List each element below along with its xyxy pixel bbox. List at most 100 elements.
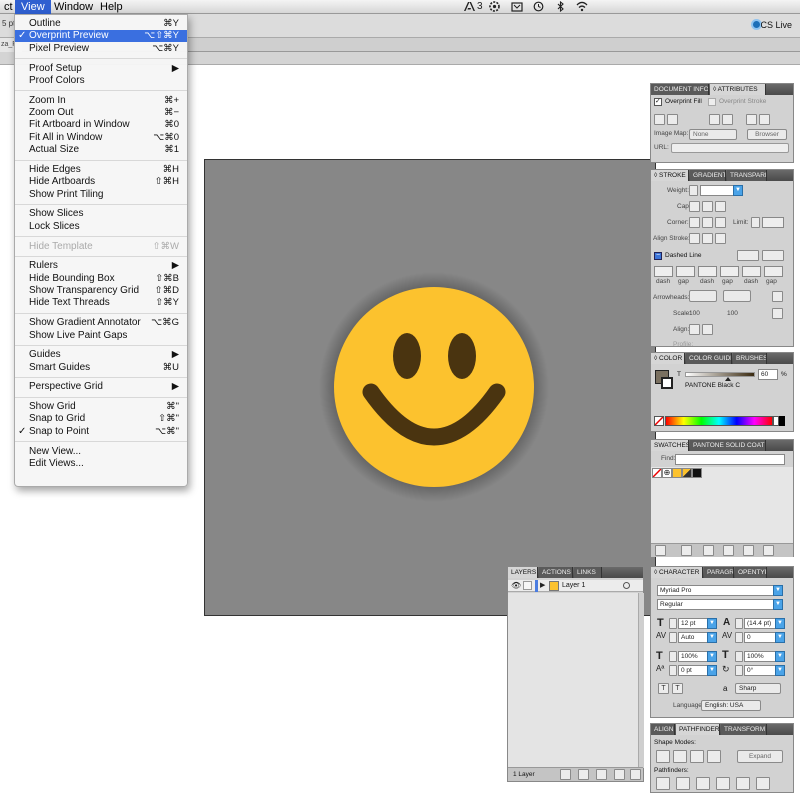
font-style-field[interactable]: Regular	[657, 599, 783, 610]
rotation-stepper[interactable]	[735, 665, 743, 676]
crop-icon[interactable]	[716, 777, 730, 790]
font-family-field[interactable]: Myriad Pro	[657, 585, 783, 596]
swatch-none[interactable]	[652, 468, 662, 478]
delete-layer-icon[interactable]	[630, 769, 641, 780]
vertical-scale-field[interactable]: 100%	[678, 651, 710, 662]
rotation-dropdown[interactable]: ▼	[775, 665, 785, 676]
merge-icon[interactable]	[696, 777, 710, 790]
right-eye[interactable]	[448, 333, 476, 379]
browser-button[interactable]: Browser	[747, 129, 787, 140]
menu-item-show-live-paint-gaps[interactable]: Show Live Paint Gaps	[15, 330, 187, 342]
menu-item-show-grid[interactable]: Show Grid ⌘"	[15, 401, 187, 413]
image-map-rect-icon[interactable]	[654, 114, 665, 125]
tab-gradient[interactable]: GRADIENT	[690, 170, 726, 181]
font-style-dropdown[interactable]: ▼	[773, 599, 783, 610]
time-machine-icon[interactable]	[533, 1, 544, 13]
limit-field[interactable]	[762, 217, 784, 228]
dashed-line-checkbox[interactable]: −	[654, 252, 662, 260]
arrow-tip-extend-icon[interactable]	[689, 324, 700, 335]
menu-item-proof-colors[interactable]: Proof Colors	[15, 75, 187, 87]
swatch-registration[interactable]: ⊕	[662, 468, 672, 478]
horizontal-scale-stepper[interactable]	[735, 651, 743, 662]
font-size-stepper[interactable]	[669, 618, 677, 629]
divide-icon[interactable]	[656, 777, 670, 790]
arrow-tip-place-icon[interactable]	[702, 324, 713, 335]
none-color-icon[interactable]	[654, 416, 664, 426]
leading-dropdown[interactable]: ▼	[775, 618, 785, 629]
dash-field-1[interactable]	[654, 266, 673, 277]
menu-item-show-gradient-annotator[interactable]: Show Gradient Annotator ⌥⌘G	[15, 317, 187, 329]
dash-align-icon[interactable]	[762, 250, 784, 261]
delete-swatch-icon[interactable]	[763, 545, 774, 556]
tab-color[interactable]: ◊ COLOR	[651, 353, 685, 364]
swatch-pantone[interactable]	[682, 468, 692, 478]
menu-item-rulers[interactable]: Rulers ▶	[15, 260, 187, 272]
show-swatch-kinds-icon[interactable]	[681, 545, 692, 556]
eye-icon[interactable]: 👁	[511, 581, 521, 590]
baseline-dropdown[interactable]: ▼	[707, 665, 717, 676]
new-sublayer-icon[interactable]	[596, 769, 607, 780]
baseline-stepper[interactable]	[669, 665, 677, 676]
gear-icon[interactable]	[489, 1, 500, 13]
swatch-black[interactable]	[692, 468, 702, 478]
swatch-options-icon[interactable]	[703, 545, 714, 556]
round-cap-icon[interactable]	[702, 201, 713, 212]
expand-button[interactable]: Expand	[737, 750, 783, 763]
tab-character[interactable]: ◊ CHARACTER	[651, 567, 703, 578]
tab-transparency[interactable]: TRANSPARE	[727, 170, 767, 181]
bevel-join-icon[interactable]	[715, 217, 726, 228]
menu-item-new-view[interactable]: New View...	[15, 446, 187, 458]
tab-actions[interactable]: ACTIONS	[539, 567, 573, 578]
swatch-libraries-icon[interactable]	[655, 545, 666, 556]
left-eye[interactable]	[393, 333, 421, 379]
align-inside-icon[interactable]	[702, 233, 713, 244]
center-show-icon[interactable]	[746, 114, 757, 125]
minus-back-icon[interactable]	[756, 777, 770, 790]
miter-join-icon[interactable]	[689, 217, 700, 228]
tab-swatches[interactable]: SWATCHES	[651, 440, 689, 451]
all-caps-icon[interactable]: T	[658, 683, 669, 694]
color-spectrum[interactable]	[665, 416, 773, 426]
black-swatch[interactable]	[779, 416, 785, 426]
dash-preserve-icon[interactable]	[737, 250, 759, 261]
new-swatch-icon[interactable]	[743, 545, 754, 556]
dropbox-icon[interactable]	[511, 1, 523, 13]
menu-item-lock-slices[interactable]: Lock Slices	[15, 221, 187, 233]
new-layer-icon[interactable]	[614, 769, 625, 780]
tab-brushes[interactable]: BRUSHES	[733, 353, 767, 364]
vertical-scale-stepper[interactable]	[669, 651, 677, 662]
leading-stepper[interactable]	[735, 618, 743, 629]
menu-item-overprint-preview[interactable]: ✓ Overprint Preview ⌥⇧⌘Y	[15, 30, 187, 43]
tracking-dropdown[interactable]: ▼	[775, 632, 785, 643]
menu-help[interactable]: Help	[94, 0, 129, 14]
wifi-icon[interactable]	[576, 1, 588, 13]
layers-scrollbar[interactable]	[638, 593, 644, 768]
tab-opentype[interactable]: OPENTYP	[735, 567, 767, 578]
menu-view[interactable]: View	[15, 0, 51, 14]
clipping-mask-icon[interactable]	[578, 769, 589, 780]
language-select[interactable]: English: USA	[701, 700, 761, 711]
anti-aliasing-select[interactable]: Sharp	[735, 683, 781, 694]
gap-field-1[interactable]	[676, 266, 695, 277]
tab-attributes[interactable]: ◊ ATTRIBUTES	[710, 84, 766, 95]
menu-item-fit-all-in-window[interactable]: Fit All in Window ⌥⌘0	[15, 132, 187, 144]
tab-layers[interactable]: LAYERS	[508, 567, 538, 578]
menu-item-guides[interactable]: Guides ▶	[15, 349, 187, 361]
horizontal-scale-dropdown[interactable]: ▼	[775, 651, 785, 662]
butt-cap-icon[interactable]	[689, 201, 700, 212]
align-outside-icon[interactable]	[715, 233, 726, 244]
menu-item-show-slices[interactable]: Show Slices	[15, 208, 187, 220]
round-join-icon[interactable]	[702, 217, 713, 228]
tab-pathfinder[interactable]: PATHFINDER	[676, 724, 720, 735]
tint-slider-handle[interactable]	[725, 377, 731, 381]
new-color-group-icon[interactable]	[723, 545, 734, 556]
menu-item-zoom-in[interactable]: Zoom In ⌘+	[15, 95, 187, 107]
trim-icon[interactable]	[676, 777, 690, 790]
tracking-stepper[interactable]	[735, 632, 743, 643]
end-scale-value[interactable]: 100	[727, 310, 738, 317]
start-arrowhead-select[interactable]	[689, 290, 717, 302]
menu-item-hide-bounding-box[interactable]: Hide Bounding Box ⇧⌘B	[15, 273, 187, 285]
start-scale-value[interactable]: 100	[689, 310, 700, 317]
exclude-icon[interactable]	[707, 750, 721, 763]
menu-item-pixel-preview[interactable]: Pixel Preview ⌥⌘Y	[15, 43, 187, 55]
